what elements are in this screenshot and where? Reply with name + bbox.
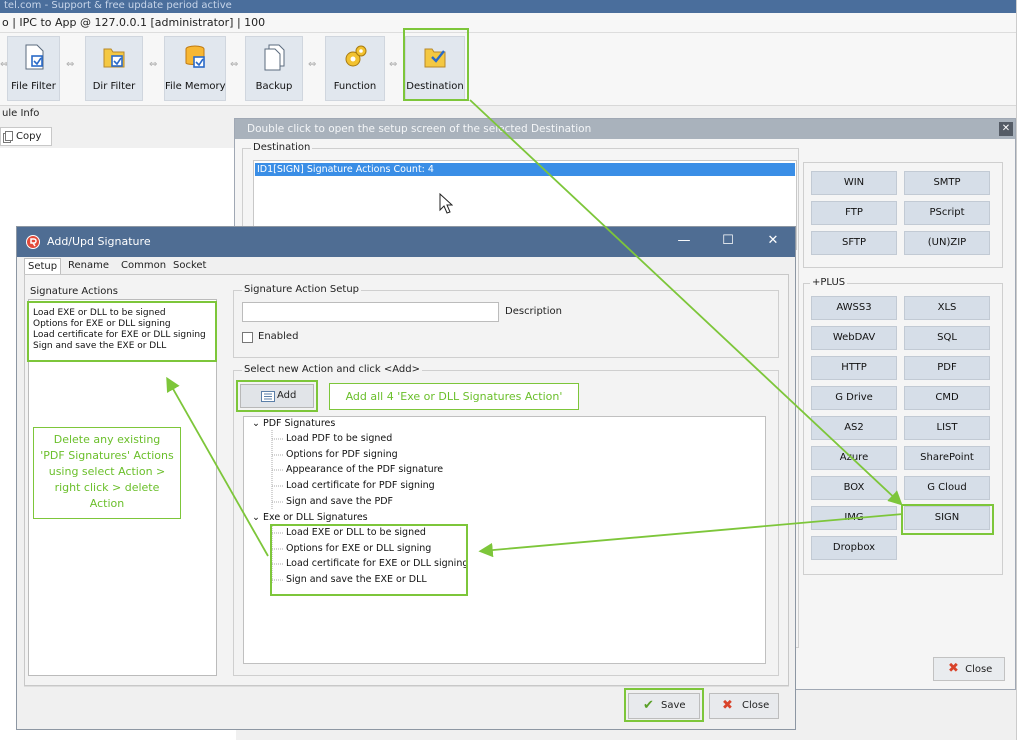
app-title-strip: tel.com - Support & free update period a… — [0, 0, 1024, 13]
flow-arrow-icon: ⇔ — [230, 59, 239, 70]
destination-close-button[interactable]: ✖ Close — [933, 657, 1005, 681]
ribbon-label: Backup — [255, 81, 293, 92]
flow-arrow-icon: ⇔ — [389, 59, 398, 70]
dest-awss3-button[interactable]: AWSS3 — [811, 296, 897, 320]
dest-as2-button[interactable]: AS2 — [811, 416, 897, 440]
ribbon-file-filter-button[interactable]: File Filter — [7, 36, 60, 101]
delete-instruction-note: Delete any existing 'PDF Signatures' Act… — [33, 427, 181, 519]
tree-item[interactable]: Load certificate for PDF signing — [286, 480, 435, 492]
dest-sharepoint-button[interactable]: SharePoint — [904, 446, 990, 470]
destination-group-label: Destination — [251, 142, 313, 154]
close-icon[interactable]: ✕ — [758, 227, 788, 257]
highlight-sign-button — [901, 504, 994, 535]
mouse-cursor-icon — [439, 193, 453, 214]
copy-button-label: Copy — [16, 131, 42, 142]
tree-item[interactable]: Options for PDF signing — [286, 449, 398, 461]
dest-img-button[interactable]: IMG — [811, 506, 897, 530]
dest-webdav-button[interactable]: WebDAV — [811, 326, 897, 350]
flow-arrow-icon: ⇔ — [66, 59, 75, 70]
tree-item[interactable]: Appearance of the PDF signature — [286, 464, 443, 476]
signature-action-setup-group: Signature Action Setup — [233, 284, 779, 358]
dest-box-button[interactable]: BOX — [811, 476, 897, 500]
copy-button[interactable]: Copy — [0, 127, 52, 146]
close-icon[interactable]: ✕ — [999, 122, 1013, 136]
dest-smtp-button[interactable]: SMTP — [904, 171, 990, 195]
dest-xls-button[interactable]: XLS — [904, 296, 990, 320]
highlight-exe-items — [270, 524, 468, 596]
ribbon-backup-button[interactable]: Backup — [245, 36, 303, 101]
dest-list-button[interactable]: LIST — [904, 416, 990, 440]
function-gear-icon — [345, 45, 367, 67]
flow-arrow-icon: ⇔ — [308, 59, 317, 70]
tab-socket[interactable]: Socket — [170, 258, 209, 274]
module-ribbon: ⇔ File Filter ⇔ Dir Filter ⇔ File Memory… — [0, 33, 1016, 106]
close-button[interactable]: ✖ Close — [709, 693, 779, 719]
copy-icon — [3, 131, 13, 143]
description-label: Description — [505, 306, 562, 317]
close-x-icon: ✖ — [948, 661, 959, 676]
dest-cmd-button[interactable]: CMD — [904, 386, 990, 410]
flow-arrow-icon: ⇔ — [149, 59, 158, 70]
window-edge — [1016, 0, 1024, 740]
close-label: Close — [965, 664, 993, 675]
dest-sql-button[interactable]: SQL — [904, 326, 990, 350]
tree-group-pdf[interactable]: ⌄ PDF Signatures — [252, 418, 335, 430]
tree-item[interactable]: Sign and save the PDF — [286, 496, 393, 508]
dir-filter-icon — [103, 48, 125, 68]
ribbon-file-memory-button[interactable]: File Memory — [164, 36, 226, 101]
description-input[interactable] — [242, 302, 499, 322]
destination-selected-item[interactable]: ID1[SIGN] Signature Actions Count: 4 — [255, 163, 795, 176]
dest-win-button[interactable]: WIN — [811, 171, 897, 195]
close-label: Close — [742, 700, 770, 711]
dest-unzip-button[interactable]: (UN)ZIP — [904, 231, 990, 255]
highlight-destination — [403, 28, 469, 101]
dest-ftp-button[interactable]: FTP — [811, 201, 897, 225]
maximize-icon[interactable]: ☐ — [713, 227, 743, 257]
chevron-down-icon[interactable]: ⌄ — [252, 512, 260, 523]
ribbon-function-button[interactable]: Function — [325, 36, 385, 101]
signature-actions-label: Signature Actions — [30, 286, 118, 297]
dest-dropbox-button[interactable]: Dropbox — [811, 536, 897, 560]
select-group-label: Select new Action and click <Add> — [242, 364, 423, 376]
plus-group-label: +PLUS — [810, 277, 848, 289]
dest-sftp-button[interactable]: SFTP — [811, 231, 897, 255]
dest-pdf-button[interactable]: PDF — [904, 356, 990, 380]
ribbon-dir-filter-button[interactable]: Dir Filter — [85, 36, 143, 101]
chevron-down-icon[interactable]: ⌄ — [252, 418, 260, 429]
module-info-label: ule Info — [0, 106, 236, 122]
dest-gcloud-button[interactable]: G Cloud — [904, 476, 990, 500]
ribbon-label: File Memory — [165, 81, 226, 92]
tab-common[interactable]: Common — [118, 258, 169, 274]
ribbon-label: File Filter — [11, 81, 56, 92]
highlight-actions-list — [27, 301, 217, 362]
minimize-icon[interactable]: — — [669, 227, 699, 257]
tab-setup[interactable]: Setup — [24, 258, 62, 274]
connection-breadcrumb: o | IPC to App @ 127.0.0.1 [administrato… — [0, 13, 1016, 33]
file-filter-icon — [25, 44, 43, 70]
highlight-save-button — [624, 688, 704, 722]
backup-icon — [264, 44, 285, 71]
close-x-icon: ✖ — [722, 698, 733, 713]
dest-http-button[interactable]: HTTP — [811, 356, 897, 380]
tree-item[interactable]: Load PDF to be signed — [286, 433, 392, 445]
highlight-add-button — [236, 380, 318, 412]
tab-rename[interactable]: Rename — [65, 258, 112, 274]
enabled-label: Enabled — [258, 331, 299, 342]
dest-pscript-button[interactable]: PScript — [904, 201, 990, 225]
ribbon-label: Function — [333, 81, 377, 92]
dest-azure-button[interactable]: Azure — [811, 446, 897, 470]
ribbon-label: Dir Filter — [92, 81, 136, 92]
enabled-checkbox[interactable] — [242, 332, 253, 343]
add-instruction-note: Add all 4 'Exe or DLL Signatures Action' — [329, 383, 579, 410]
file-memory-icon — [185, 45, 205, 68]
app-logo-icon — [26, 235, 40, 249]
dest-gdrive-button[interactable]: G Drive — [811, 386, 897, 410]
destination-dialog-title: Double click to open the setup screen of… — [235, 119, 1015, 139]
setup-group-label: Signature Action Setup — [242, 284, 362, 296]
